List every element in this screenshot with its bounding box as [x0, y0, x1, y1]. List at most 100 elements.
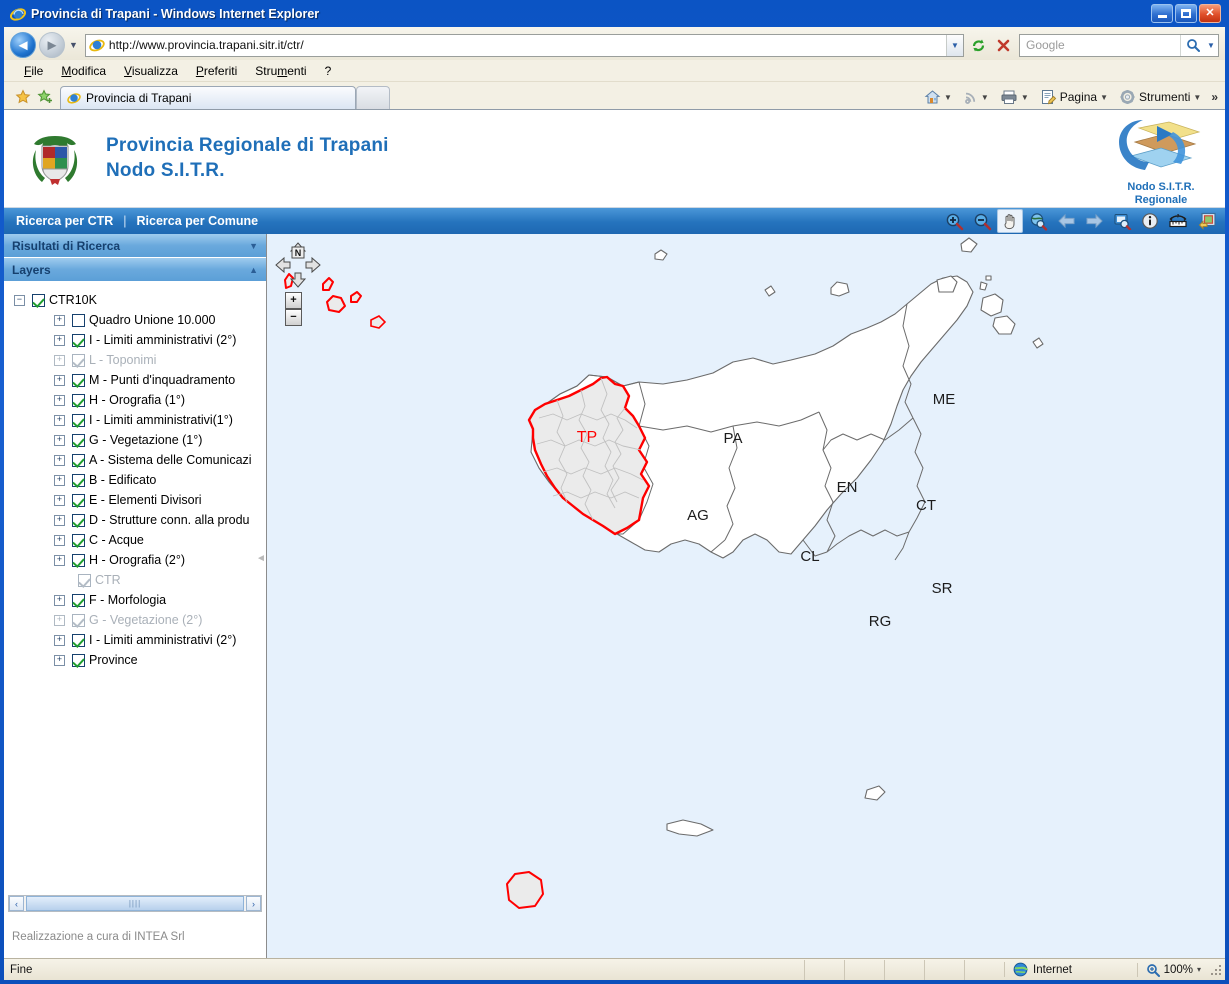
chevron-down-icon[interactable]: ▼: [249, 241, 258, 251]
layer-node[interactable]: + I - Limiti amministrativi (2°): [4, 630, 266, 650]
layer-checkbox[interactable]: [72, 333, 85, 347]
expand-icon[interactable]: +: [54, 434, 65, 446]
layer-checkbox[interactable]: [72, 373, 85, 387]
search-provider-caret-icon[interactable]: ▼: [1204, 35, 1218, 56]
page-caret-icon[interactable]: ▼: [1100, 93, 1108, 102]
layer-checkbox[interactable]: [32, 293, 45, 307]
print-button[interactable]: ▼: [996, 87, 1033, 107]
layer-checkbox[interactable]: [72, 653, 85, 667]
page-menu-button[interactable]: Pagina ▼: [1036, 87, 1112, 107]
layer-node[interactable]: + I - Limiti amministrativi (2°): [4, 330, 266, 350]
layer-checkbox[interactable]: [72, 553, 85, 567]
nav-ricerca-per-ctr[interactable]: Ricerca per CTR: [14, 214, 115, 228]
favorites-star-icon[interactable]: [12, 85, 34, 109]
sidebar-collapse-handle[interactable]: ◄: [256, 552, 266, 566]
zoom-caret-icon[interactable]: ▾: [1197, 965, 1201, 974]
scroll-left-button[interactable]: ‹: [9, 896, 24, 911]
close-button[interactable]: ✕: [1199, 4, 1221, 23]
sitr-logo[interactable]: Nodo S.I.T.R. Regionale: [1109, 116, 1213, 207]
tab-provincia-di-trapani[interactable]: Provincia di Trapani: [60, 86, 356, 109]
measure-ruler-icon[interactable]: ?: [1165, 209, 1191, 233]
layer-node[interactable]: + E - Elementi Divisori: [4, 490, 266, 510]
recent-pages-caret-icon[interactable]: ▼: [68, 40, 82, 50]
tools-caret-icon[interactable]: ▼: [1193, 93, 1201, 102]
address-dropdown-icon[interactable]: ▼: [946, 34, 963, 56]
search-box[interactable]: Google ▼: [1019, 33, 1219, 57]
expand-icon[interactable]: +: [54, 334, 65, 346]
security-zone[interactable]: Internet: [1004, 962, 1137, 977]
expand-icon[interactable]: +: [54, 634, 65, 646]
menu-visualizza[interactable]: Visualizza: [116, 62, 186, 80]
layer-checkbox[interactable]: [72, 413, 85, 427]
add-to-favorites-icon[interactable]: [34, 85, 56, 109]
maximize-button[interactable]: [1175, 4, 1197, 23]
expand-icon[interactable]: +: [54, 354, 65, 366]
pan-hand-icon[interactable]: [997, 209, 1023, 233]
layer-node[interactable]: + F - Morfologia: [4, 590, 266, 610]
layer-node[interactable]: + M - Punti d'inquadramento: [4, 370, 266, 390]
layer-checkbox[interactable]: [72, 633, 85, 647]
map-zoom-control[interactable]: + −: [285, 292, 302, 326]
home-button[interactable]: ▼: [920, 87, 956, 107]
map-canvas[interactable]: TP PA ME AG EN CT CL SR RG N + −: [267, 234, 1225, 958]
refresh-button[interactable]: [967, 34, 989, 56]
layer-checkbox[interactable]: [72, 533, 85, 547]
expand-icon[interactable]: +: [54, 454, 65, 466]
layer-node[interactable]: + D - Strutture conn. alla produ: [4, 510, 266, 530]
expand-icon[interactable]: +: [54, 494, 65, 506]
expand-icon[interactable]: +: [54, 534, 65, 546]
resize-grip[interactable]: [1209, 963, 1223, 977]
layer-checkbox[interactable]: [72, 433, 85, 447]
search-icon[interactable]: [1180, 34, 1204, 56]
menu-file[interactable]: File: [16, 62, 51, 80]
zoom-in-icon[interactable]: [941, 209, 967, 233]
address-bar[interactable]: http://www.provincia.trapani.sitr.it/ctr…: [84, 33, 964, 57]
panel-layers[interactable]: Layers ▲: [4, 258, 266, 282]
info-icon[interactable]: [1137, 209, 1163, 233]
zoom-out-icon[interactable]: [969, 209, 995, 233]
zoom-selection-icon[interactable]: [1109, 209, 1135, 233]
nav-ricerca-per-comune[interactable]: Ricerca per Comune: [135, 214, 261, 228]
layer-node[interactable]: + C - Acque: [4, 530, 266, 550]
address-text[interactable]: http://www.provincia.trapani.sitr.it/ctr…: [109, 38, 946, 52]
layer-checkbox[interactable]: [72, 393, 85, 407]
arrow-forward-icon[interactable]: [1081, 209, 1107, 233]
layer-checkbox[interactable]: [72, 593, 85, 607]
layer-checkbox[interactable]: [72, 313, 85, 327]
menu-help[interactable]: ?: [317, 62, 340, 80]
expand-icon[interactable]: +: [54, 314, 65, 326]
expand-icon[interactable]: +: [54, 594, 65, 606]
expand-icon[interactable]: +: [54, 654, 65, 666]
layer-node[interactable]: + G - Vegetazione (2°): [4, 610, 266, 630]
menu-strumenti[interactable]: Strumenti: [247, 62, 314, 80]
arrow-back-icon[interactable]: [1053, 209, 1079, 233]
zoom-full-extent-icon[interactable]: [1025, 209, 1051, 233]
menu-preferiti[interactable]: Preferiti: [188, 62, 245, 80]
layer-node[interactable]: + A - Sistema delle Comunicazi: [4, 450, 266, 470]
map-zoom-in-button[interactable]: +: [285, 292, 302, 309]
layer-node[interactable]: + Province: [4, 650, 266, 670]
forward-button[interactable]: ►: [39, 32, 65, 58]
expand-icon[interactable]: +: [54, 514, 65, 526]
layer-checkbox[interactable]: [72, 493, 85, 507]
export-image-icon[interactable]: [1193, 209, 1219, 233]
new-tab-button[interactable]: [356, 86, 390, 109]
map-zoom-out-button[interactable]: −: [285, 309, 302, 326]
layer-node[interactable]: + B - Edificato: [4, 470, 266, 490]
layer-node[interactable]: + H - Orografia (1°): [4, 390, 266, 410]
search-input[interactable]: Google: [1020, 38, 1180, 52]
layer-node[interactable]: + G - Vegetazione (1°): [4, 430, 266, 450]
expand-icon[interactable]: +: [54, 554, 65, 566]
minimize-button[interactable]: [1151, 4, 1173, 23]
layer-checkbox[interactable]: [72, 513, 85, 527]
sidebar-splitter[interactable]: ◄: [256, 234, 267, 958]
tools-menu-button[interactable]: Strumenti ▼: [1115, 87, 1205, 107]
menu-modifica[interactable]: Modifica: [53, 62, 114, 80]
layer-node[interactable]: CTR: [4, 570, 266, 590]
expand-icon[interactable]: +: [54, 474, 65, 486]
zoom-level-control[interactable]: 100% ▾: [1136, 962, 1209, 977]
layer-checkbox[interactable]: [72, 453, 85, 467]
collapse-icon[interactable]: −: [14, 294, 25, 306]
chevron-up-icon[interactable]: ▲: [249, 265, 258, 275]
back-button[interactable]: ◄: [10, 32, 36, 58]
